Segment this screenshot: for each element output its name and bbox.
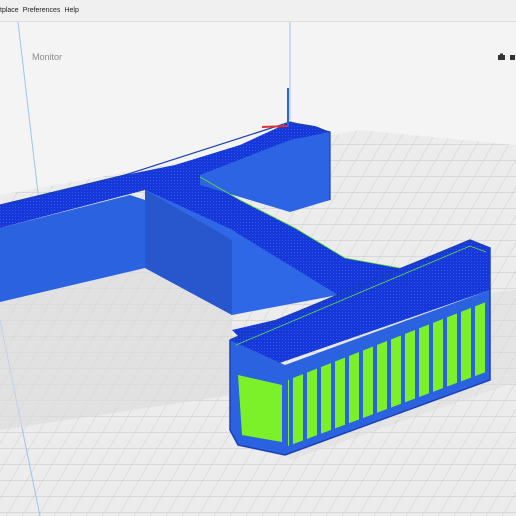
3d-viewport[interactable]: Monitor bbox=[0, 22, 516, 516]
menu-item-help[interactable]: Help bbox=[64, 7, 78, 14]
view-options-icon[interactable] bbox=[510, 52, 516, 62]
menu-item-preferences[interactable]: Preferences bbox=[23, 7, 61, 14]
menu-item-marketplace[interactable]: tplace bbox=[0, 7, 19, 14]
axis-x bbox=[261, 125, 289, 128]
monitor-tab[interactable]: Monitor bbox=[32, 52, 62, 62]
camera-icon[interactable] bbox=[497, 52, 507, 62]
build-volume-edge-2 bbox=[17, 22, 41, 211]
model-infill-front bbox=[238, 375, 282, 442]
menu-bar: tplace Preferences Help bbox=[0, 0, 516, 22]
